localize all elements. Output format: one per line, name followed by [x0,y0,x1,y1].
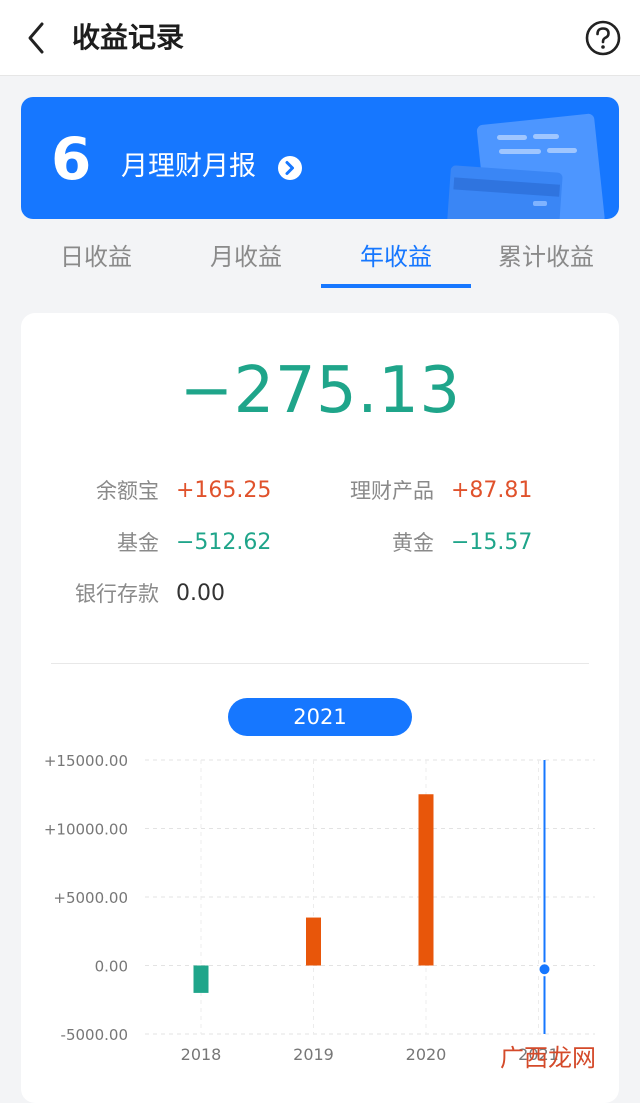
x-tick-label: 2018 [181,1045,222,1064]
y-tick-label: +15000.00 [44,752,128,770]
y-tick-label: +5000.00 [53,889,128,907]
x-tick-label: 2020 [406,1045,447,1064]
y-tick-label: 0.00 [95,958,128,976]
selection-point [537,962,552,977]
x-tick-label: 2019 [293,1045,334,1064]
y-tick-label: +10000.00 [44,821,128,839]
watermark-text: 广西龙网 [500,1044,596,1072]
y-tick-label: -5000.00 [61,1026,128,1044]
chart-bar [193,965,209,993]
chart-bar [418,794,434,966]
yearly-earnings-chart: +15000.00 +10000.00 +5000.00 0.00 -5000.00 20… [44,752,595,1064]
chart-bar [306,917,321,966]
